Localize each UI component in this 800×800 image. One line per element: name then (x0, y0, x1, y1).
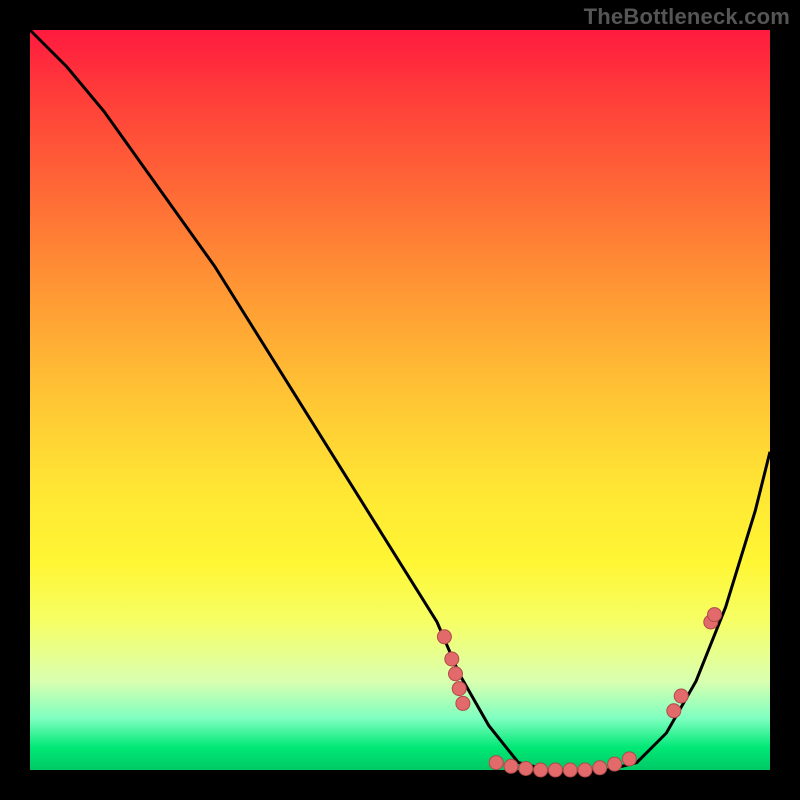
data-point (593, 761, 607, 775)
data-point (608, 757, 622, 771)
data-point (452, 682, 466, 696)
plot-area (30, 30, 770, 770)
data-points-group (437, 608, 721, 777)
data-point (548, 763, 562, 777)
data-point (489, 756, 503, 770)
data-point (578, 763, 592, 777)
data-point (534, 763, 548, 777)
data-point (456, 696, 470, 710)
data-point (519, 762, 533, 776)
data-point (437, 630, 451, 644)
data-point (563, 763, 577, 777)
data-point (708, 608, 722, 622)
chart-frame: TheBottleneck.com (0, 0, 800, 800)
data-point (445, 652, 459, 666)
data-point (622, 752, 636, 766)
data-point (449, 667, 463, 681)
data-point (504, 759, 518, 773)
data-point (667, 704, 681, 718)
data-point (674, 689, 688, 703)
chart-svg (30, 30, 770, 770)
bottleneck-curve (30, 30, 770, 770)
watermark-text: TheBottleneck.com (584, 4, 790, 30)
